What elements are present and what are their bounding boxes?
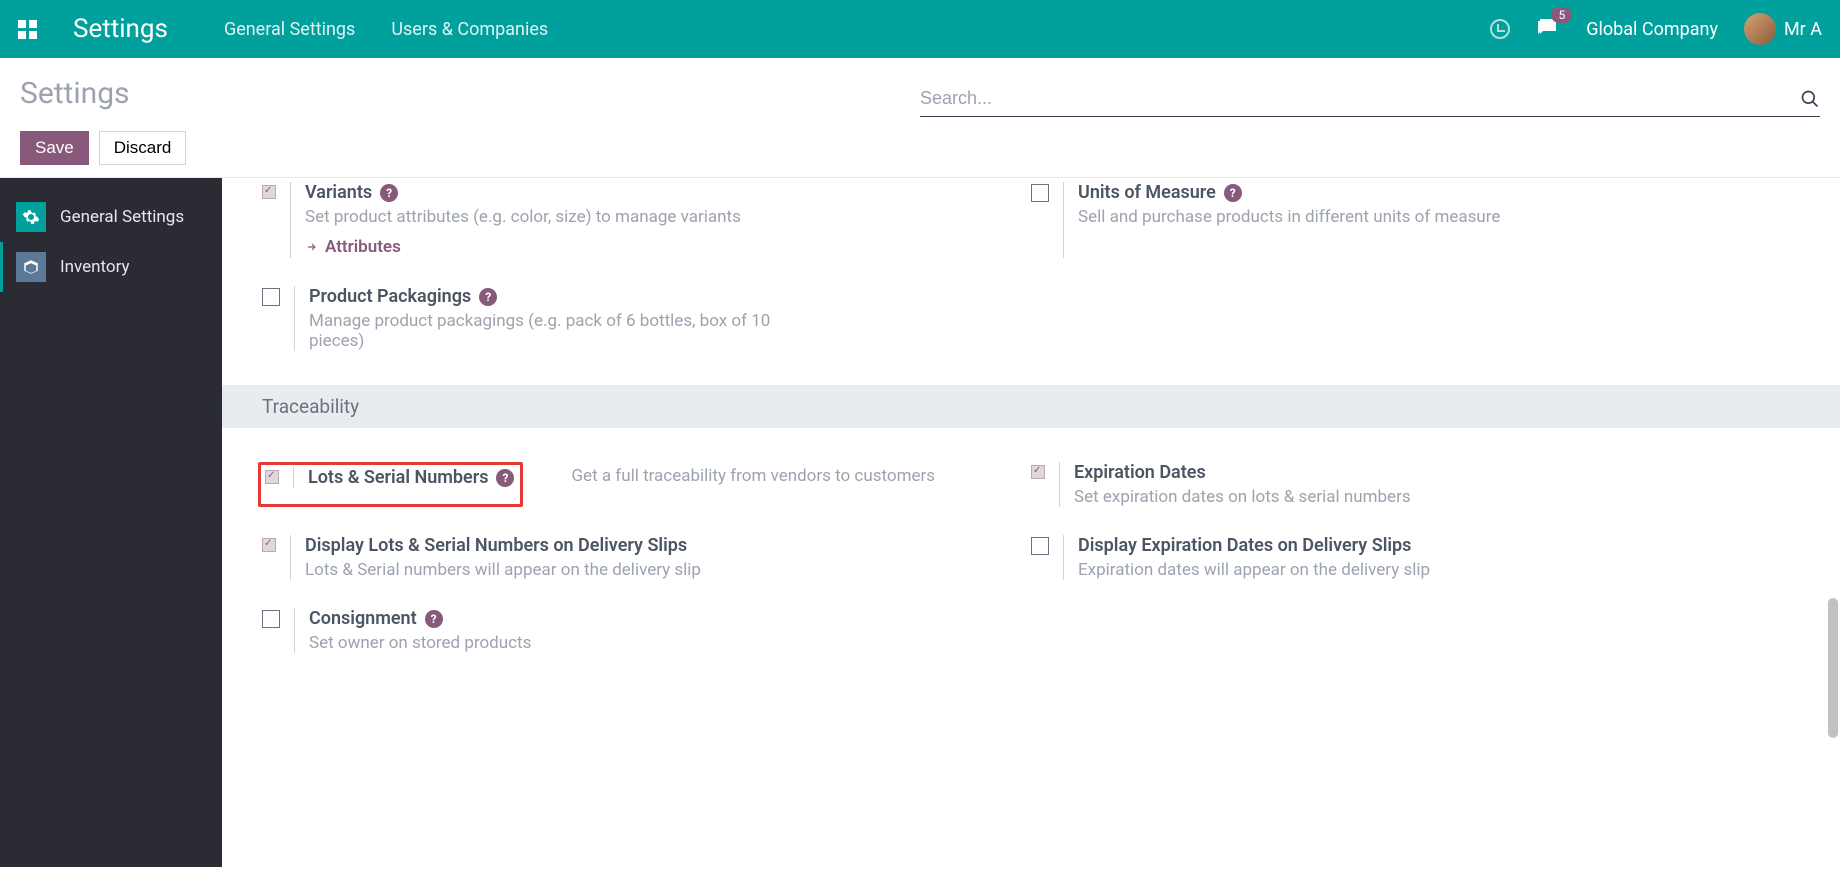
setting-desc: Get a full traceability from vendors to … xyxy=(537,466,935,507)
setting-consignment: Consignment ? Set owner on stored produc… xyxy=(262,594,1031,667)
setting-display-lots: Display Lots & Serial Numbers on Deliver… xyxy=(262,521,1031,594)
checkbox-packagings[interactable] xyxy=(262,288,280,306)
top-navbar: Settings General Settings Users & Compan… xyxy=(0,0,1840,58)
user-name: Mr A xyxy=(1784,19,1822,40)
checkbox-display-exp[interactable] xyxy=(1031,537,1049,555)
gear-icon xyxy=(16,202,46,232)
sidebar-item-inventory[interactable]: Inventory xyxy=(0,242,222,292)
company-selector[interactable]: Global Company xyxy=(1586,19,1718,40)
page-title: Settings xyxy=(20,76,920,111)
setting-desc: Lots & Serial numbers will appear on the… xyxy=(305,560,825,580)
setting-desc: Set owner on stored products xyxy=(309,633,829,653)
setting-title-label: Expiration Dates xyxy=(1074,462,1206,483)
subheader: Settings Save Discard xyxy=(0,58,1840,178)
setting-title-label: Consignment xyxy=(309,608,417,629)
setting-title-label: Units of Measure xyxy=(1078,182,1216,203)
setting-desc: Set product attributes (e.g. color, size… xyxy=(305,207,825,227)
apps-icon[interactable] xyxy=(18,20,37,39)
menu-general-settings[interactable]: General Settings xyxy=(224,19,355,40)
discard-button[interactable]: Discard xyxy=(99,131,187,165)
setting-packagings: Product Packagings ? Manage product pack… xyxy=(262,272,1031,365)
checkbox-display-lots[interactable] xyxy=(262,538,276,552)
box-icon xyxy=(16,252,46,282)
scrollbar[interactable] xyxy=(1826,178,1840,867)
setting-desc: Expiration dates will appear on the deli… xyxy=(1078,560,1598,580)
settings-main: Variants ? Set product attributes (e.g. … xyxy=(222,178,1840,867)
user-menu[interactable]: Mr A xyxy=(1744,13,1822,45)
messages-badge: 5 xyxy=(1551,7,1572,23)
setting-lots: Lots & Serial Numbers ? Get a full trace… xyxy=(262,448,1031,521)
search-input[interactable] xyxy=(920,84,1800,113)
search-icon[interactable] xyxy=(1800,89,1820,109)
checkbox-uom[interactable] xyxy=(1031,184,1049,202)
avatar xyxy=(1744,13,1776,45)
app-title: Settings xyxy=(73,14,168,44)
checkbox-lots[interactable] xyxy=(265,470,279,484)
setting-display-exp: Display Expiration Dates on Delivery Sli… xyxy=(1031,521,1800,594)
section-header-traceability: Traceability xyxy=(222,385,1840,428)
setting-expiration: Expiration Dates Set expiration dates on… xyxy=(1031,448,1800,521)
help-icon[interactable]: ? xyxy=(425,610,443,628)
checkbox-expiration[interactable] xyxy=(1031,465,1045,479)
setting-title-label: Product Packagings xyxy=(309,286,471,307)
setting-desc: Sell and purchase products in different … xyxy=(1078,207,1598,227)
setting-title-label: Display Lots & Serial Numbers on Deliver… xyxy=(305,535,687,556)
sidebar-item-label: Inventory xyxy=(60,257,130,277)
sidebar-item-label: General Settings xyxy=(60,207,184,227)
checkbox-variants[interactable] xyxy=(262,185,276,199)
menu-users-companies[interactable]: Users & Companies xyxy=(391,19,548,40)
help-icon[interactable]: ? xyxy=(1224,184,1242,202)
setting-desc: Manage product packagings (e.g. pack of … xyxy=(309,311,829,351)
messages-icon[interactable]: 5 xyxy=(1536,15,1560,43)
clock-icon[interactable] xyxy=(1490,19,1510,39)
highlight-lots: Lots & Serial Numbers ? xyxy=(258,462,523,507)
save-button[interactable]: Save xyxy=(20,131,89,165)
help-icon[interactable]: ? xyxy=(496,469,514,487)
setting-uom: Units of Measure ? Sell and purchase pro… xyxy=(1031,178,1800,272)
help-icon[interactable]: ? xyxy=(380,184,398,202)
scrollbar-thumb[interactable] xyxy=(1828,598,1838,738)
setting-title-label: Lots & Serial Numbers xyxy=(308,467,488,488)
link-attributes[interactable]: Attributes xyxy=(305,237,401,257)
checkbox-consignment[interactable] xyxy=(262,610,280,628)
arrow-right-icon xyxy=(305,240,319,254)
setting-desc: Set expiration dates on lots & serial nu… xyxy=(1074,487,1594,507)
help-icon[interactable]: ? xyxy=(479,288,497,306)
setting-title-label: Variants xyxy=(305,182,372,203)
sidebar-item-general-settings[interactable]: General Settings xyxy=(0,192,222,242)
setting-variants: Variants ? Set product attributes (e.g. … xyxy=(262,178,1031,272)
setting-title-label: Display Expiration Dates on Delivery Sli… xyxy=(1078,535,1411,556)
settings-sidebar: General Settings Inventory xyxy=(0,178,222,867)
